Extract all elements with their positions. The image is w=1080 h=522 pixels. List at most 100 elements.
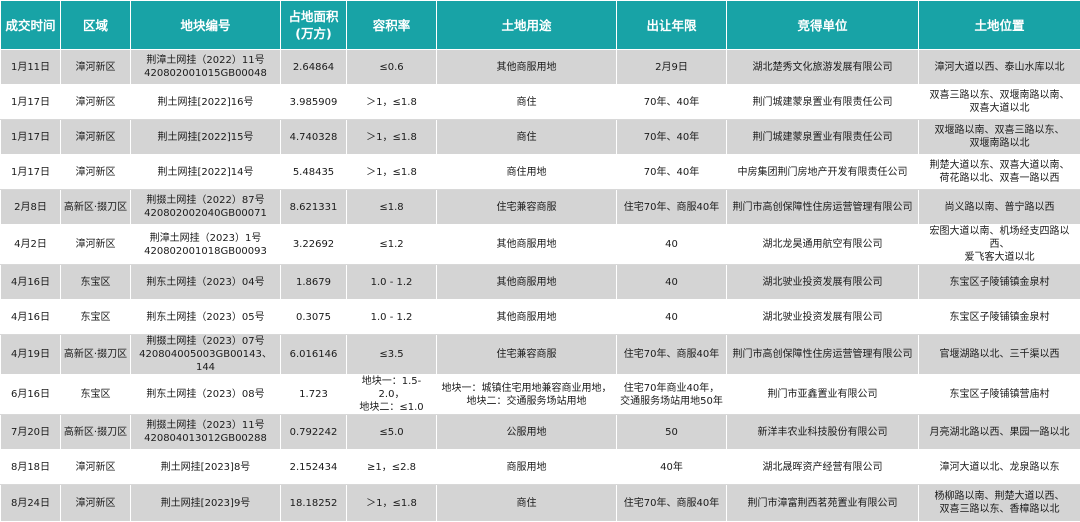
cell-lease-term: 40年 [616, 449, 727, 485]
table-row: 1月11日 漳河新区 荆漳土网挂（2022）11号 420802001015GB… [0, 49, 1080, 85]
cell-land-location: 杨柳路以南、荆楚大道以西、 双喜三路以东、香樟路以北 [918, 484, 1080, 522]
cell-winning-bidder: 湖北龙昊通用航空有限公司 [726, 224, 919, 265]
header-lease-term: 出让年限 [616, 0, 727, 50]
cell-lease-term: 70年、40年 [616, 119, 727, 155]
cell-winning-bidder: 荆门市高创保障性住房运营管理有限公司 [726, 189, 919, 225]
cell-area: 3.985909 [280, 84, 347, 120]
cell-winning-bidder: 湖北楚秀文化旅游发展有限公司 [726, 49, 919, 85]
table-row: 4月2日 漳河新区 荆漳土网挂（2023）1号 420802001018GB00… [0, 224, 1080, 265]
cell-winning-bidder: 湖北驶业投资发展有限公司 [726, 264, 919, 300]
cell-district: 东宝区 [60, 299, 131, 335]
table-row: 2月8日 高新区·掇刀区 荆掇土网挂（2022）87号 420802002040… [0, 189, 1080, 225]
cell-land-use: 商住 [436, 119, 617, 155]
cell-land-location: 东宝区子陵铺镇金泉村 [918, 299, 1080, 335]
table-row: 6月16日 东宝区 荆东土网挂（2023）08号 1.723 地块一：1.5-2… [0, 374, 1080, 415]
cell-parcel-number: 荆掇土网挂（2023）11号 420804013012GB00288 [130, 414, 281, 450]
cell-winning-bidder: 荆门市亚鑫置业有限公司 [726, 374, 919, 415]
table-row: 8月18日 漳河新区 荆土网挂[2023]8号 2.152434 ≥1，≤2.8… [0, 449, 1080, 485]
cell-parcel-number: 荆东土网挂（2023）04号 [130, 264, 281, 300]
cell-parcel-number: 荆掇土网挂（2022）87号 420802002040GB00071 [130, 189, 281, 225]
cell-land-use: 其他商服用地 [436, 49, 617, 85]
cell-land-use: 商服用地 [436, 449, 617, 485]
cell-winning-bidder: 湖北驶业投资发展有限公司 [726, 299, 919, 335]
cell-parcel-number: 荆土网挂[2023]9号 [130, 484, 281, 522]
cell-land-location: 双喜三路以东、双堰南路以南、 双喜大道以北 [918, 84, 1080, 120]
cell-lease-term: 50 [616, 414, 727, 450]
cell-land-location: 月亮湖北路以西、果园一路以北 [918, 414, 1080, 450]
cell-lease-term: 住宅70年、商服40年 [616, 189, 727, 225]
cell-parcel-number: 荆土网挂[2022]15号 [130, 119, 281, 155]
cell-district: 漳河新区 [60, 154, 131, 190]
cell-deal-date: 4月2日 [0, 224, 61, 265]
cell-deal-date: 4月16日 [0, 299, 61, 335]
cell-deal-date: 2月8日 [0, 189, 61, 225]
cell-district: 漳河新区 [60, 449, 131, 485]
cell-district: 漳河新区 [60, 224, 131, 265]
cell-lease-term: 40 [616, 299, 727, 335]
cell-parcel-number: 荆漳土网挂（2023）1号 420802001018GB00093 [130, 224, 281, 265]
cell-area: 5.48435 [280, 154, 347, 190]
cell-lease-term: 住宅70年、商服40年 [616, 334, 727, 375]
cell-parcel-number: 荆土网挂[2023]8号 [130, 449, 281, 485]
cell-winning-bidder: 新洋丰农业科技股份有限公司 [726, 414, 919, 450]
cell-area: 2.64864 [280, 49, 347, 85]
cell-land-location: 宏图大道以南、机场经支四路以西、 爱飞客大道以北 [918, 224, 1080, 265]
header-parcel-number: 地块编号 [130, 0, 281, 50]
cell-area: 0.792242 [280, 414, 347, 450]
cell-area: 18.18252 [280, 484, 347, 522]
cell-area: 1.723 [280, 374, 347, 415]
cell-parcel-number: 荆掇土网挂（2023）07号 420804005003GB00143、144 [130, 334, 281, 375]
header-land-use: 土地用途 [436, 0, 617, 50]
cell-deal-date: 1月17日 [0, 84, 61, 120]
cell-land-location: 荆楚大道以东、双喜大道以南、 荷花路以北、双喜一路以西 [918, 154, 1080, 190]
table-row: 4月16日 东宝区 荆东土网挂（2023）05号 0.3075 1.0 - 1.… [0, 299, 1080, 335]
cell-parcel-number: 荆土网挂[2022]16号 [130, 84, 281, 120]
cell-area: 0.3075 [280, 299, 347, 335]
header-land-location: 土地位置 [918, 0, 1080, 50]
cell-winning-bidder: 中房集团荆门房地产开发有限责任公司 [726, 154, 919, 190]
cell-district: 东宝区 [60, 264, 131, 300]
cell-land-use: 住宅兼容商服 [436, 189, 617, 225]
cell-lease-term: 2月9日 [616, 49, 727, 85]
cell-land-use: 其他商服用地 [436, 299, 617, 335]
cell-land-location: 漳河大道以西、泰山水库以北 [918, 49, 1080, 85]
cell-district: 东宝区 [60, 374, 131, 415]
cell-lease-term: 70年、40年 [616, 154, 727, 190]
cell-plot-ratio: ≤3.5 [346, 334, 437, 375]
cell-land-location: 东宝区子陵铺镇金泉村 [918, 264, 1080, 300]
cell-district: 漳河新区 [60, 84, 131, 120]
cell-district: 漳河新区 [60, 119, 131, 155]
cell-plot-ratio: ＞1，≤1.8 [346, 484, 437, 522]
cell-plot-ratio: ≤5.0 [346, 414, 437, 450]
cell-deal-date: 7月20日 [0, 414, 61, 450]
header-district: 区域 [60, 0, 131, 50]
cell-area: 6.016146 [280, 334, 347, 375]
cell-lease-term: 40 [616, 224, 727, 265]
cell-parcel-number: 荆东土网挂（2023）05号 [130, 299, 281, 335]
cell-lease-term: 40 [616, 264, 727, 300]
table-row: 7月20日 高新区·掇刀区 荆掇土网挂（2023）11号 42080401301… [0, 414, 1080, 450]
cell-plot-ratio: ＞1，≤1.8 [346, 154, 437, 190]
table-row: 1月17日 漳河新区 荆土网挂[2022]14号 5.48435 ＞1，≤1.8… [0, 154, 1080, 190]
cell-plot-ratio: 1.0 - 1.2 [346, 264, 437, 300]
cell-land-location: 官堰湖路以北、三千渠以西 [918, 334, 1080, 375]
table-row: 1月17日 漳河新区 荆土网挂[2022]15号 4.740328 ＞1，≤1.… [0, 119, 1080, 155]
table-row: 1月17日 漳河新区 荆土网挂[2022]16号 3.985909 ＞1，≤1.… [0, 84, 1080, 120]
cell-land-use: 其他商服用地 [436, 224, 617, 265]
cell-deal-date: 4月19日 [0, 334, 61, 375]
cell-winning-bidder: 荆门城建蒙泉置业有限责任公司 [726, 119, 919, 155]
cell-district: 高新区·掇刀区 [60, 189, 131, 225]
cell-plot-ratio: ≥1，≤2.8 [346, 449, 437, 485]
cell-district: 漳河新区 [60, 484, 131, 522]
cell-winning-bidder: 荆门市漳富荆西茗苑置业有限公司 [726, 484, 919, 522]
cell-land-use: 公服用地 [436, 414, 617, 450]
cell-plot-ratio: 1.0 - 1.2 [346, 299, 437, 335]
cell-land-location: 双堰路以南、双喜三路以东、 双堰南路以北 [918, 119, 1080, 155]
cell-deal-date: 8月18日 [0, 449, 61, 485]
cell-plot-ratio: ＞1，≤1.8 [346, 84, 437, 120]
cell-land-use: 其他商服用地 [436, 264, 617, 300]
cell-deal-date: 6月16日 [0, 374, 61, 415]
table-row: 4月19日 高新区·掇刀区 荆掇土网挂（2023）07号 42080400500… [0, 334, 1080, 375]
cell-parcel-number: 荆土网挂[2022]14号 [130, 154, 281, 190]
cell-deal-date: 4月16日 [0, 264, 61, 300]
